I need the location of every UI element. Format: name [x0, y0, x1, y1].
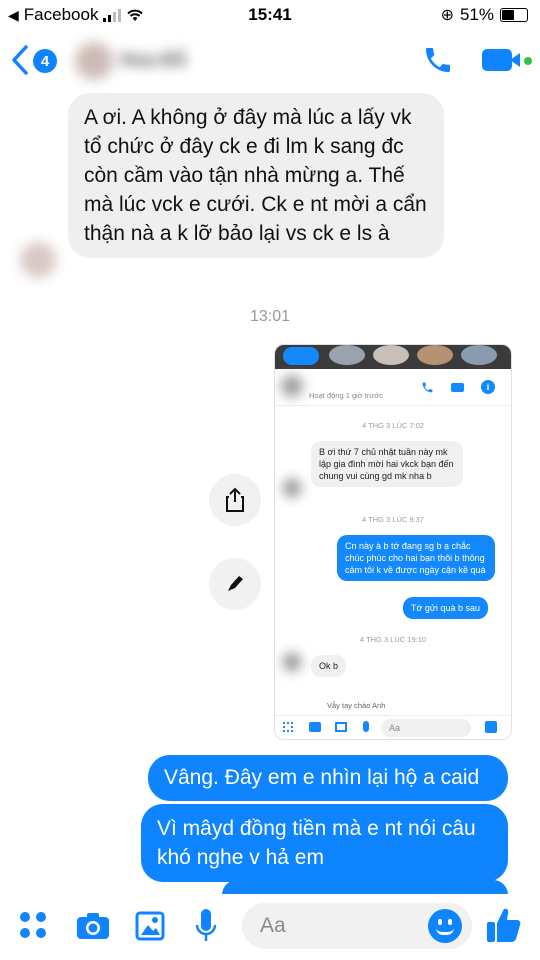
online-dot	[524, 57, 532, 65]
message-input[interactable]: Aa	[242, 903, 472, 949]
back-icon[interactable]	[10, 44, 30, 76]
shared-screenshot[interactable]: Hoạt động 1 giờ trước i 4 THG 3 LÚC 7:02…	[274, 344, 512, 740]
lock-rotation-icon: ⊕	[440, 7, 454, 24]
gallery-icon[interactable]	[135, 911, 165, 941]
sender-avatar[interactable]	[20, 242, 56, 278]
screenshot-avatar	[281, 375, 303, 397]
chat-header: 4 Hoa Đỗ	[0, 30, 540, 90]
battery-label: 51%	[459, 5, 494, 24]
apps-icon[interactable]	[20, 912, 48, 940]
message-timestamp: 13:01	[249, 308, 291, 325]
avatar[interactable]	[75, 42, 113, 80]
screenshot-status: Hoạt động 1 giờ trước	[309, 391, 384, 400]
mic-icon[interactable]	[194, 908, 218, 944]
screenshot-ts-1: 4 THG 3 LÚC 7:02	[362, 421, 424, 430]
outgoing-message[interactable]: Vì mâyd đồng tiền mà e nt nói câu khó ng…	[141, 804, 508, 882]
share-button[interactable]	[209, 474, 261, 526]
message-input-placeholder: Aa	[260, 914, 286, 937]
screenshot-top-strip	[275, 345, 511, 369]
share-icon	[226, 487, 244, 512]
screenshot-partial-text: Vẫy tay chào Anh	[327, 701, 386, 710]
screenshot-header: Hoạt động 1 giờ trước i	[275, 369, 511, 406]
screenshot-ts-2: 4 THG 3 LÚC 9:37	[362, 515, 424, 524]
screenshot-msg-2: Cn này à b tớ đang sg b ạ chắc chúc phúc…	[337, 535, 495, 581]
screenshot-composer: Aa	[275, 715, 511, 739]
screenshot-apps-icon	[283, 722, 293, 732]
screenshot-info-icon: i	[481, 380, 495, 394]
like-icon[interactable]	[486, 906, 522, 944]
status-bar: ◀ Facebook 15:41 ⊕ 51%	[0, 0, 540, 30]
emoji-icon[interactable]	[428, 909, 462, 943]
screenshot-camera-icon	[309, 722, 321, 732]
camera-icon[interactable]	[76, 912, 110, 940]
battery-icon	[500, 8, 528, 22]
back-count: 4	[40, 52, 50, 70]
edit-button[interactable]	[209, 558, 261, 610]
screenshot-mic-icon	[363, 721, 369, 732]
screenshot-phone-icon	[422, 382, 433, 393]
screenshot-msg-3: Tớ gửi quà b sau	[403, 597, 488, 619]
screenshot-like-icon	[485, 721, 497, 733]
composer-bar: Aa	[0, 894, 540, 960]
screenshot-gallery-icon	[335, 722, 347, 732]
screenshot-sender-avatar	[283, 479, 301, 497]
status-right: ⊕ 51%	[441, 5, 528, 25]
screenshot-msg-4: Ok b	[311, 655, 347, 677]
contact-name[interactable]: Hoa Đỗ	[120, 50, 187, 72]
screenshot-input-placeholder: Aa	[389, 723, 401, 733]
video-icon[interactable]	[482, 49, 532, 73]
screenshot-video-icon	[451, 383, 464, 392]
outgoing-message[interactable]: Vâng. Đây em e nhìn lại hộ a caid	[148, 755, 508, 801]
edit-icon	[228, 576, 243, 591]
screenshot-sender-avatar-2	[283, 653, 301, 671]
back-count-badge[interactable]: 4	[33, 49, 57, 73]
screenshot-ts-3: 4 THG 3 LÚC 19:10	[359, 635, 427, 644]
screenshot-msg-1: B ơi thứ 7 chủ nhật tuần này mk lập gia …	[311, 441, 463, 487]
phone-icon[interactable]	[422, 44, 454, 76]
screenshot-input: Aa	[381, 719, 471, 737]
incoming-message[interactable]: A ơi. A không ở đây mà lúc a lấy vk tổ c…	[68, 93, 444, 258]
